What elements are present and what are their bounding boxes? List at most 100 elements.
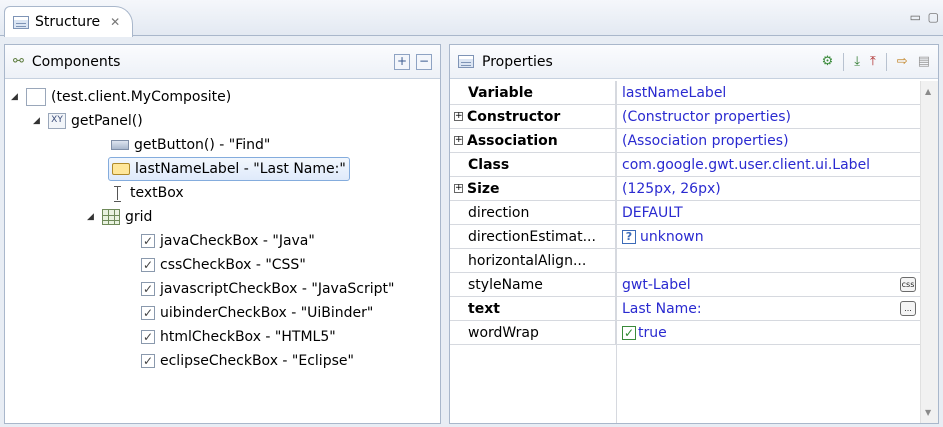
css-editor-button[interactable]: css — [900, 277, 916, 292]
property-row[interactable]: horizontalAlign... — [450, 249, 920, 273]
properties-toolbar: ⚙ ⤓ ⤒ ⇨ ▤ — [822, 52, 930, 71]
convert-field-to-local-icon[interactable]: ⤒ — [870, 54, 876, 69]
property-name: text — [450, 297, 616, 320]
tree-item[interactable]: ✓ uibinderCheckBox - "UiBinder" — [141, 301, 373, 325]
tree-item[interactable]: ✓ javascriptCheckBox - "JavaScript" — [141, 277, 394, 301]
property-row[interactable]: directionEstimat... ? unknown — [450, 225, 920, 249]
property-name-cell: + Constructor — [450, 105, 616, 128]
tree-item-label: cssCheckBox - "CSS" — [160, 257, 306, 273]
tree-item[interactable]: ✓ javaCheckBox - "Java" — [141, 229, 315, 253]
tree-item[interactable]: getButton() - "Find" — [111, 133, 270, 157]
tree-item[interactable]: ◢ (test.client.MyComposite) — [11, 85, 231, 109]
tree-item-label: htmlCheckBox - "HTML5" — [160, 329, 336, 345]
property-value: unknown — [640, 228, 704, 245]
composite-icon — [26, 88, 46, 106]
collapse-twisty-icon[interactable]: ◢ — [11, 92, 21, 102]
tab-title: Structure — [35, 14, 101, 30]
property-value: gwt-Label — [622, 276, 691, 293]
property-value-cell[interactable]: ? unknown — [616, 225, 920, 248]
tree-item[interactable]: ✓ cssCheckBox - "CSS" — [141, 253, 306, 277]
property-row[interactable]: Variable lastNameLabel — [450, 81, 920, 105]
property-name: directionEstimat... — [450, 225, 616, 248]
property-name: styleName — [450, 273, 616, 296]
property-value[interactable]: lastNameLabel — [616, 81, 920, 104]
tree-item-label: textBox — [130, 185, 184, 201]
label-icon — [112, 163, 130, 175]
property-row[interactable]: + Constructor (Constructor properties) — [450, 105, 920, 129]
toolbar-separator — [885, 52, 887, 71]
tree-item-label: uibinderCheckBox - "UiBinder" — [160, 305, 374, 321]
collapse-twisty-icon[interactable]: ◢ — [33, 116, 43, 126]
text-editor-button[interactable]: ... — [900, 301, 916, 316]
unknown-question-icon: ? — [622, 229, 636, 244]
property-value[interactable]: (Constructor properties) — [616, 105, 920, 128]
property-name: Size — [467, 180, 500, 197]
tree-item-label: getButton() - "Find" — [134, 137, 271, 153]
show-events-icon[interactable]: ⚙ — [822, 54, 834, 69]
tree-item-label: eclipseCheckBox - "Eclipse" — [160, 353, 354, 369]
tree-item[interactable]: ✓ htmlCheckBox - "HTML5" — [141, 325, 336, 349]
expand-all-icon[interactable]: + — [394, 53, 410, 70]
properties-panel: Properties ⚙ ⤓ ⤒ ⇨ ▤ Variable lastNameLa… — [449, 44, 939, 424]
property-row[interactable]: direction DEFAULT — [450, 201, 920, 225]
property-table: Variable lastNameLabel + Constructor (Co… — [450, 81, 920, 423]
property-value-cell[interactable]: gwt-Label css — [616, 273, 920, 296]
property-value-cell[interactable]: Last Name: ... — [616, 297, 920, 320]
expand-plus-icon[interactable]: + — [454, 136, 463, 145]
property-row[interactable]: Class com.google.gwt.user.client.ui.Labe… — [450, 153, 920, 177]
property-value[interactable]: (125px, 26px) — [616, 177, 920, 200]
expand-plus-icon[interactable]: + — [454, 112, 463, 121]
property-row[interactable]: styleName gwt-Label css — [450, 273, 920, 297]
property-value[interactable]: DEFAULT — [616, 201, 920, 224]
property-row[interactable]: + Size (125px, 26px) — [450, 177, 920, 201]
maximize-icon[interactable]: ▢ — [928, 10, 939, 24]
property-row[interactable]: + Association (Association properties) — [450, 129, 920, 153]
vertical-scrollbar[interactable]: ▲ ▼ — [920, 81, 938, 423]
scroll-down-icon[interactable]: ▼ — [925, 408, 931, 417]
collapse-all-icon[interactable]: − — [416, 53, 432, 70]
property-name: Variable — [450, 81, 616, 104]
tree-item-selected[interactable]: lastNameLabel - "Last Name:" — [108, 157, 350, 181]
structure-view-icon — [13, 15, 29, 29]
tree-item[interactable]: ✓ eclipseCheckBox - "Eclipse" — [141, 349, 354, 373]
tree-item-label: getPanel() — [71, 113, 143, 129]
property-value-cell[interactable]: ✓ true — [616, 321, 920, 344]
tree-item[interactable]: ◢ XY getPanel() — [33, 109, 143, 133]
checkbox-icon: ✓ — [141, 258, 155, 272]
property-value[interactable]: (Association properties) — [616, 129, 920, 152]
components-tree: ◢ (test.client.MyComposite) ◢ XY getPane… — [5, 79, 440, 369]
show-advanced-icon[interactable]: ▤ — [918, 54, 930, 69]
property-value: Last Name: — [622, 300, 702, 317]
property-row[interactable]: wordWrap ✓ true — [450, 321, 920, 345]
scroll-up-icon[interactable]: ▲ — [925, 87, 931, 96]
close-icon[interactable]: ✕ — [110, 15, 120, 29]
button-icon — [111, 140, 129, 150]
property-name: horizontalAlign... — [450, 249, 616, 272]
collapse-twisty-icon[interactable]: ◢ — [87, 212, 97, 222]
tree-item[interactable]: ◢ grid — [87, 205, 152, 229]
tree-item[interactable]: textBox — [111, 181, 184, 205]
tree-item-label: (test.client.MyComposite) — [51, 89, 232, 105]
checkbox-checked-icon[interactable]: ✓ — [622, 325, 636, 340]
goto-definition-icon[interactable]: ⇨ — [897, 54, 908, 69]
components-title: Components — [31, 53, 121, 70]
property-value[interactable] — [616, 249, 920, 272]
tree-item-label: javascriptCheckBox - "JavaScript" — [160, 281, 395, 297]
property-name: direction — [450, 201, 616, 224]
expand-plus-icon[interactable]: + — [454, 184, 463, 193]
tree-item-label: lastNameLabel - "Last Name:" — [135, 161, 346, 177]
minimize-icon[interactable]: ▭ — [910, 10, 921, 24]
property-name-cell: + Size — [450, 177, 616, 200]
convert-local-to-field-icon[interactable]: ⤓ — [854, 54, 860, 69]
property-name: Association — [467, 132, 558, 149]
structure-view-tab[interactable]: Structure ✕ — [4, 6, 134, 37]
properties-header: Properties ⚙ ⤓ ⤒ ⇨ ▤ — [450, 45, 938, 79]
checkbox-icon: ✓ — [141, 354, 155, 368]
checkbox-icon: ✓ — [141, 330, 155, 344]
components-header: ⚯ Components + − — [5, 45, 440, 79]
property-value[interactable]: com.google.gwt.user.client.ui.Label — [616, 153, 920, 176]
property-row[interactable]: text Last Name: ... — [450, 297, 920, 321]
property-name: Constructor — [467, 108, 561, 125]
tree-item-label: grid — [125, 209, 153, 225]
components-panel: ⚯ Components + − ◢ (test.client.MyCompos… — [4, 44, 441, 424]
